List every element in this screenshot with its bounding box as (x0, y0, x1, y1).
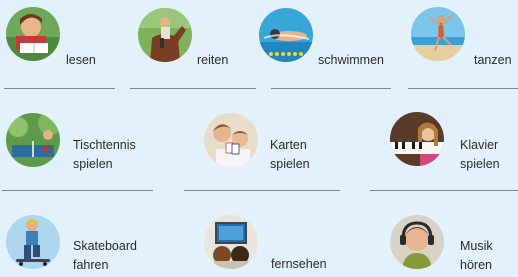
swimming-photo (259, 8, 313, 62)
label-fernsehen: fernsehen (271, 257, 327, 271)
answer-line (408, 88, 518, 89)
watching-tv-photo (204, 215, 258, 269)
horse-riding-photo (138, 8, 192, 62)
reading-child-photo (6, 7, 60, 61)
table-tennis-photo (6, 113, 60, 167)
label-klavier-2: spielen (460, 157, 500, 171)
answer-line (370, 190, 518, 191)
label-karten-2: spielen (270, 157, 310, 171)
label-reiten: reiten (197, 53, 229, 67)
label-lesen: lesen (66, 53, 96, 67)
answer-line (184, 190, 340, 191)
skateboard-photo (6, 215, 60, 269)
answer-line (4, 88, 115, 89)
piano-photo (390, 112, 444, 166)
card-playing-photo (204, 113, 258, 167)
label-tischtennis-1: Tischtennis (73, 138, 136, 152)
label-tanzen: tanzen (474, 53, 512, 67)
label-klavier-1: Klavier (460, 138, 499, 152)
label-karten-1: Karten (270, 138, 307, 152)
label-skateboard-1: Skateboard (73, 239, 137, 253)
answer-line (2, 190, 153, 191)
headphones-music-photo (390, 215, 444, 269)
label-schwimmen: schwimmen (318, 53, 384, 67)
answer-line (271, 88, 391, 89)
label-musik-1: Musik (460, 239, 493, 253)
beach-dancing-photo (411, 7, 465, 61)
label-skateboard-2: fahren (73, 258, 109, 272)
answer-line (130, 88, 256, 89)
label-tischtennis-2: spielen (73, 157, 113, 171)
label-musik-2: hören (460, 258, 492, 272)
